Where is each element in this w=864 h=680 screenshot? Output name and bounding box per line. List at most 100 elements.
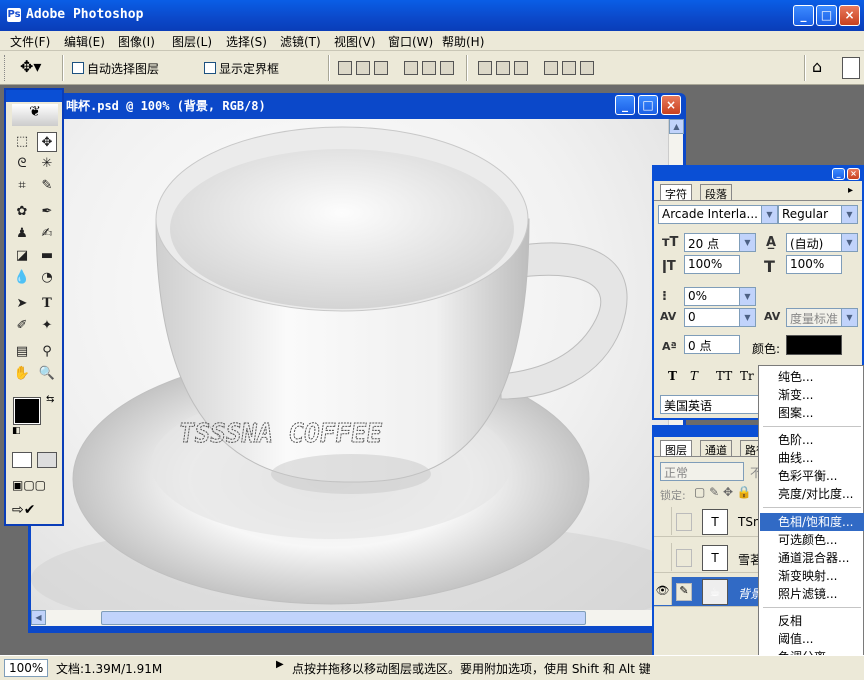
align-vcenter-icon[interactable] [356,61,370,75]
menu-item-color-balance[interactable]: 色彩平衡... [760,467,864,485]
feather-icon[interactable]: ❦ [12,104,58,126]
magic-wand-icon[interactable]: ✳ [37,154,57,174]
history-brush-icon[interactable]: ✍ [37,224,57,244]
faux-bold-button[interactable]: T [668,369,677,383]
tab-paragraph[interactable]: 段落 [700,184,732,201]
eraser-tool-icon[interactable]: ◪ [12,246,32,266]
auto-select-checkbox[interactable] [72,62,84,74]
standard-mode-icon[interactable] [12,452,32,468]
brush-tool-icon[interactable]: ✒ [37,202,57,222]
pen-tool-icon[interactable]: ✐ [12,316,32,336]
language-select[interactable]: 美国英语 [660,395,760,414]
visibility-toggle[interactable] [654,543,672,571]
lasso-tool-icon[interactable]: ᘓ [12,154,32,174]
distribute-vcenter-icon[interactable] [496,61,510,75]
screen-mode-icons[interactable]: ▣▢▢ [12,478,46,492]
maximize-button[interactable]: □ [816,5,837,26]
panel-close-button[interactable]: × [847,168,860,180]
menu-item-channel-mixer[interactable]: 通道混合器... [760,549,864,567]
panel-menu-icon[interactable]: ▸ [848,185,853,196]
horizontal-scale-field[interactable]: 100% [786,255,842,274]
doc-close-button[interactable]: × [661,95,681,115]
menu-item-invert[interactable]: 反相 [760,612,864,630]
text-color-swatch[interactable] [786,335,842,355]
menu-view[interactable]: 视图(V) [334,33,376,50]
distribute-hcenter-icon[interactable] [562,61,576,75]
menu-file[interactable]: 文件(F) [10,33,50,50]
align-hcenter-icon[interactable] [422,61,436,75]
doc-maximize-button[interactable]: □ [638,95,658,115]
distribute-right-icon[interactable] [580,61,594,75]
close-button[interactable]: × [839,5,860,26]
jump-to-imageready-icon[interactable]: ⇨✔ [12,502,35,518]
zoom-field[interactable]: 100% [4,659,48,677]
eyedropper-icon[interactable]: ⚲ [37,342,57,362]
distribute-top-icon[interactable] [478,61,492,75]
chevron-down-icon[interactable]: ▼ [761,206,777,223]
chevron-down-icon[interactable]: ▼ [841,206,857,223]
tab-channels[interactable]: 通道 [700,440,732,457]
font-family-select[interactable]: Arcade Interla... [658,205,778,224]
blend-mode-select[interactable]: 正常 [660,462,744,481]
stamp-tool-icon[interactable]: ♟ [12,224,32,244]
notes-tool-icon[interactable]: ▤ [12,342,32,362]
minimize-button[interactable]: _ [793,5,814,26]
align-bottom-icon[interactable] [374,61,388,75]
marquee-tool-icon[interactable]: ⬚ [12,132,32,152]
scroll-thumb[interactable] [101,611,586,625]
tab-layers[interactable]: 图层 [660,440,692,457]
chevron-down-icon[interactable]: ▼ [739,309,755,326]
all-caps-button[interactable]: TT [716,369,732,383]
eye-icon[interactable]: 👁 [654,577,672,605]
align-right-icon[interactable] [440,61,454,75]
brush-icon[interactable]: ✎ [676,583,692,601]
move-tool-icon[interactable]: ✥▾ [20,57,41,76]
link-toggle[interactable] [676,513,692,531]
foreground-color-swatch[interactable] [13,397,41,425]
menu-item-threshold[interactable]: 阈值... [760,630,864,648]
link-toggle[interactable] [676,549,692,567]
align-top-icon[interactable] [338,61,352,75]
hand-tool-icon[interactable]: ✋ [12,364,32,384]
menu-item-pattern[interactable]: 图案... [760,404,864,422]
tab-character[interactable]: 字符 [660,184,692,201]
align-left-icon[interactable] [404,61,418,75]
menu-filter[interactable]: 滤镜(T) [280,33,321,50]
chevron-down-icon[interactable]: ▼ [739,234,755,251]
menu-edit[interactable]: 编辑(E) [64,33,105,50]
healing-brush-icon[interactable]: ✿ [12,202,32,222]
dodge-tool-icon[interactable]: ◔ [37,268,57,288]
chevron-down-icon[interactable]: ▼ [841,234,857,251]
horizontal-scrollbar[interactable]: ◀ [31,610,668,626]
distribute-bottom-icon[interactable] [514,61,528,75]
distribute-left-icon[interactable] [544,61,558,75]
menu-item-levels[interactable]: 色阶... [760,431,864,449]
crop-tool-icon[interactable]: ⌗ [12,176,32,196]
file-browser-icon[interactable]: ⌂ [812,57,822,76]
menu-image[interactable]: 图像(I) [118,33,155,50]
swap-colors-icon[interactable]: ⇆ [46,394,54,405]
path-select-icon[interactable]: ➤ [12,294,32,314]
menu-select[interactable]: 选择(S) [226,33,267,50]
image-canvas[interactable]: TSSSNA COFFEE [31,119,668,610]
quick-mask-icon[interactable] [37,452,57,468]
doc-minimize-button[interactable]: _ [615,95,635,115]
scroll-up-button[interactable]: ▲ [669,119,684,134]
menu-item-gradient[interactable]: 渐变... [760,386,864,404]
baseline-shift-field[interactable]: 0 点 [684,335,740,354]
menu-item-selective-color[interactable]: 可选颜色... [760,531,864,549]
lock-icons[interactable]: ▢ ✎ ✥ 🔒 [694,485,752,499]
gradient-tool-icon[interactable]: ▬ [37,246,57,266]
type-tool-icon[interactable]: T [37,294,57,314]
chevron-down-icon[interactable]: ▼ [841,309,857,326]
menu-window[interactable]: 窗口(W) [388,33,433,50]
zoom-tool-icon[interactable]: 🔍 [37,364,57,384]
menu-item-gradient-map[interactable]: 渐变映射... [760,567,864,585]
palette-well-icon[interactable] [842,57,860,79]
chevron-down-icon[interactable]: ▼ [739,288,755,305]
menu-layer[interactable]: 图层(L) [172,33,212,50]
move-tool-icon[interactable]: ✥ [37,132,57,152]
faux-italic-button[interactable]: T [690,369,698,383]
panel-minimize-button[interactable]: _ [832,168,845,180]
menu-item-solid-color[interactable]: 纯色... [760,368,864,386]
